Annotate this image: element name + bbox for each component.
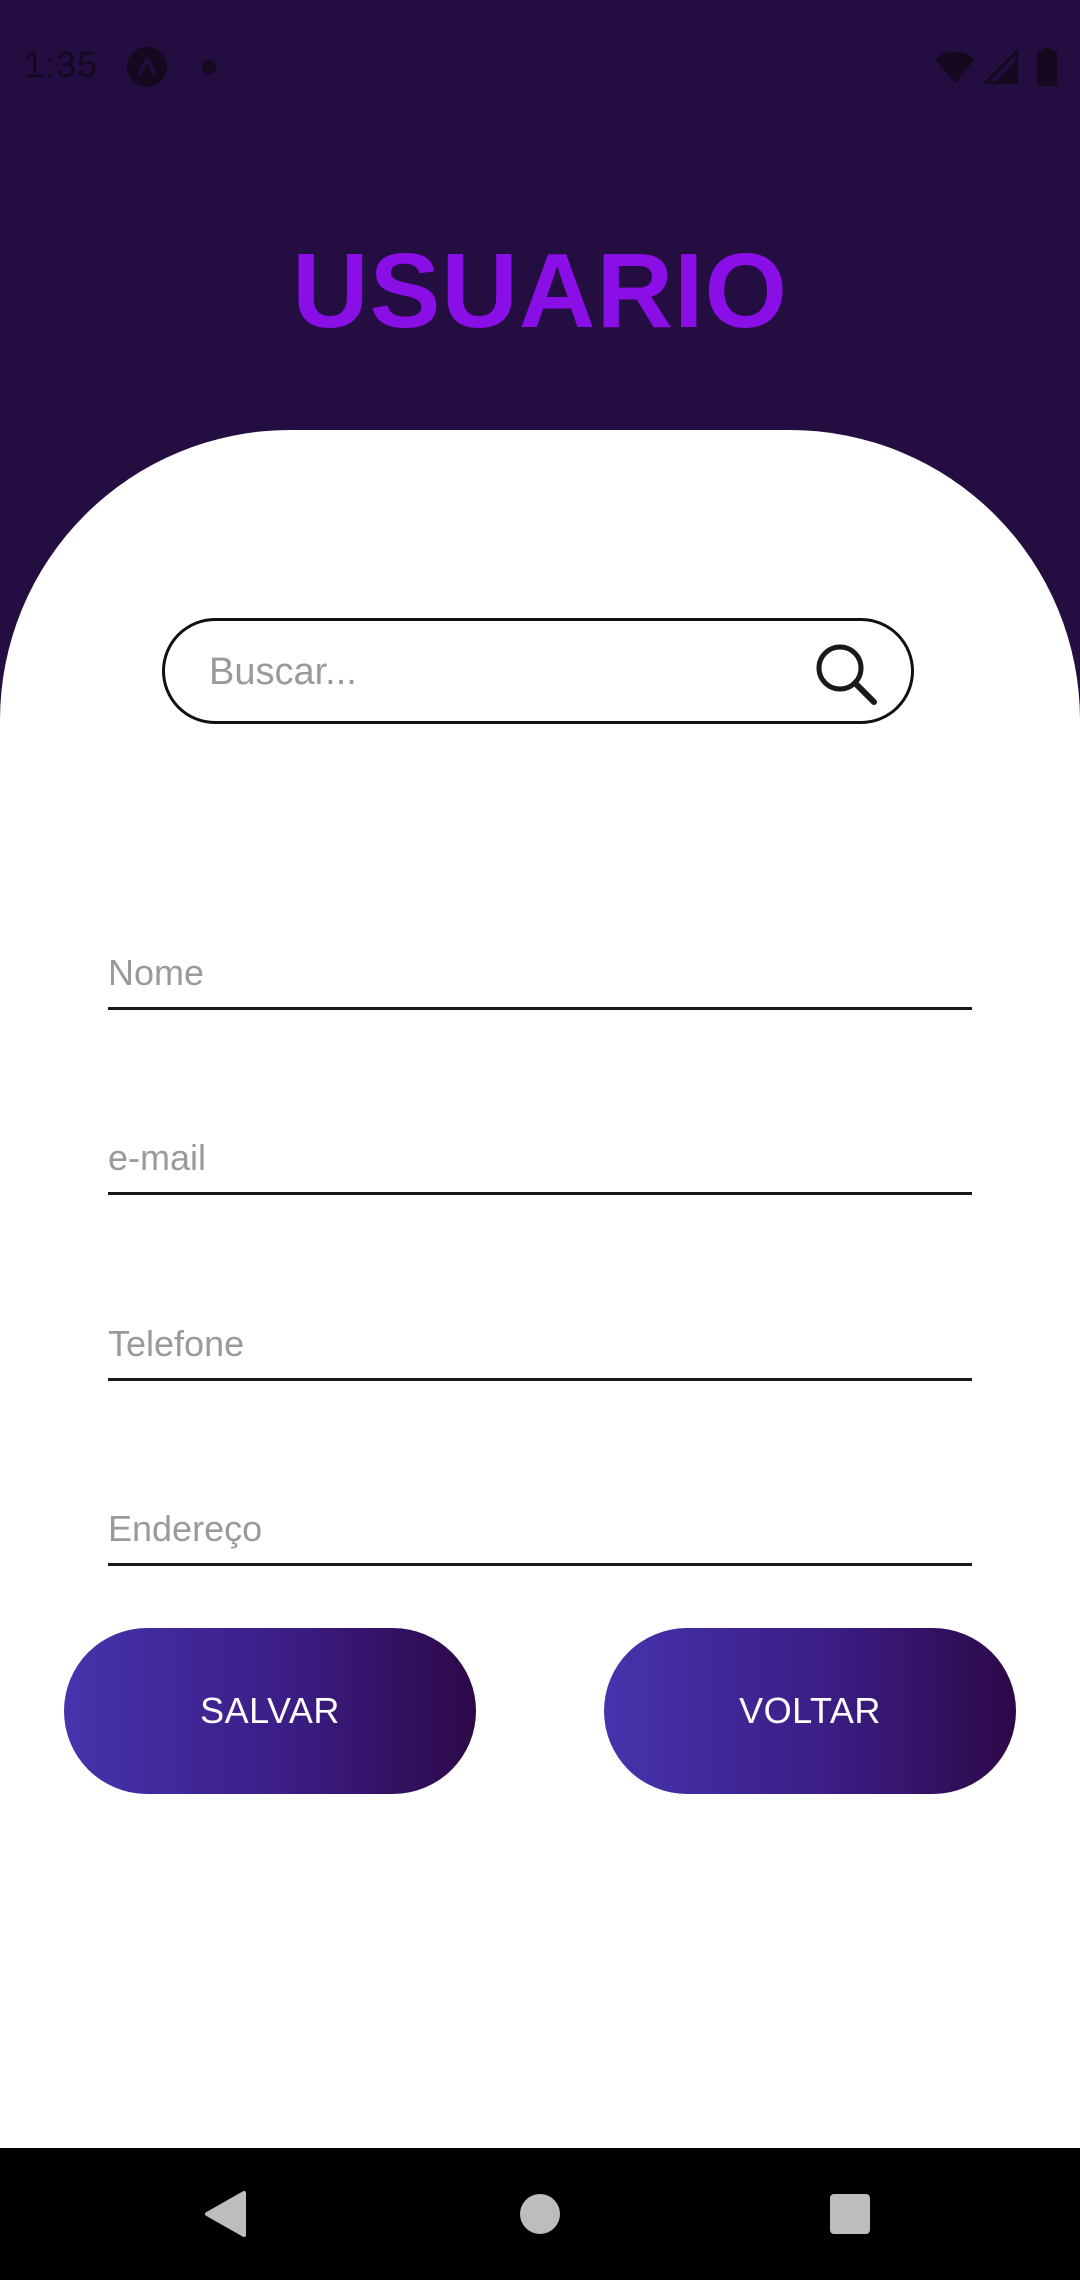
- recents-square-icon[interactable]: [830, 2194, 870, 2234]
- name-field[interactable]: [108, 918, 972, 1010]
- system-navigation-bar: [0, 2148, 1080, 2280]
- email-field[interactable]: [108, 1103, 972, 1195]
- search-input[interactable]: [207, 621, 811, 723]
- address-input[interactable]: [108, 1501, 972, 1557]
- app-notification-icon: [127, 47, 167, 87]
- search-icon[interactable]: [813, 641, 879, 707]
- phone-input[interactable]: [108, 1316, 972, 1372]
- app-screen: 1:35 USUARIO Buscar... Nome e-mail Telef…: [0, 0, 1080, 2280]
- address-field[interactable]: [108, 1474, 972, 1566]
- save-button[interactable]: SALVAR: [64, 1628, 476, 1794]
- battery-icon: [1037, 48, 1057, 86]
- cellular-signal-icon: [984, 50, 1018, 84]
- email-input[interactable]: [108, 1130, 972, 1186]
- search-bar[interactable]: [162, 618, 914, 724]
- name-input[interactable]: [108, 945, 972, 1001]
- back-button[interactable]: VOLTAR: [604, 1628, 1016, 1794]
- home-circle-icon[interactable]: [520, 2194, 560, 2234]
- wifi-icon: [935, 51, 975, 83]
- status-bar: 1:35: [0, 0, 1080, 135]
- status-time: 1:35: [24, 44, 99, 85]
- phone-field[interactable]: [108, 1289, 972, 1381]
- back-triangle-icon[interactable]: [202, 2190, 248, 2238]
- notification-dot-icon: [202, 60, 216, 74]
- page-title: USUARIO: [292, 232, 788, 351]
